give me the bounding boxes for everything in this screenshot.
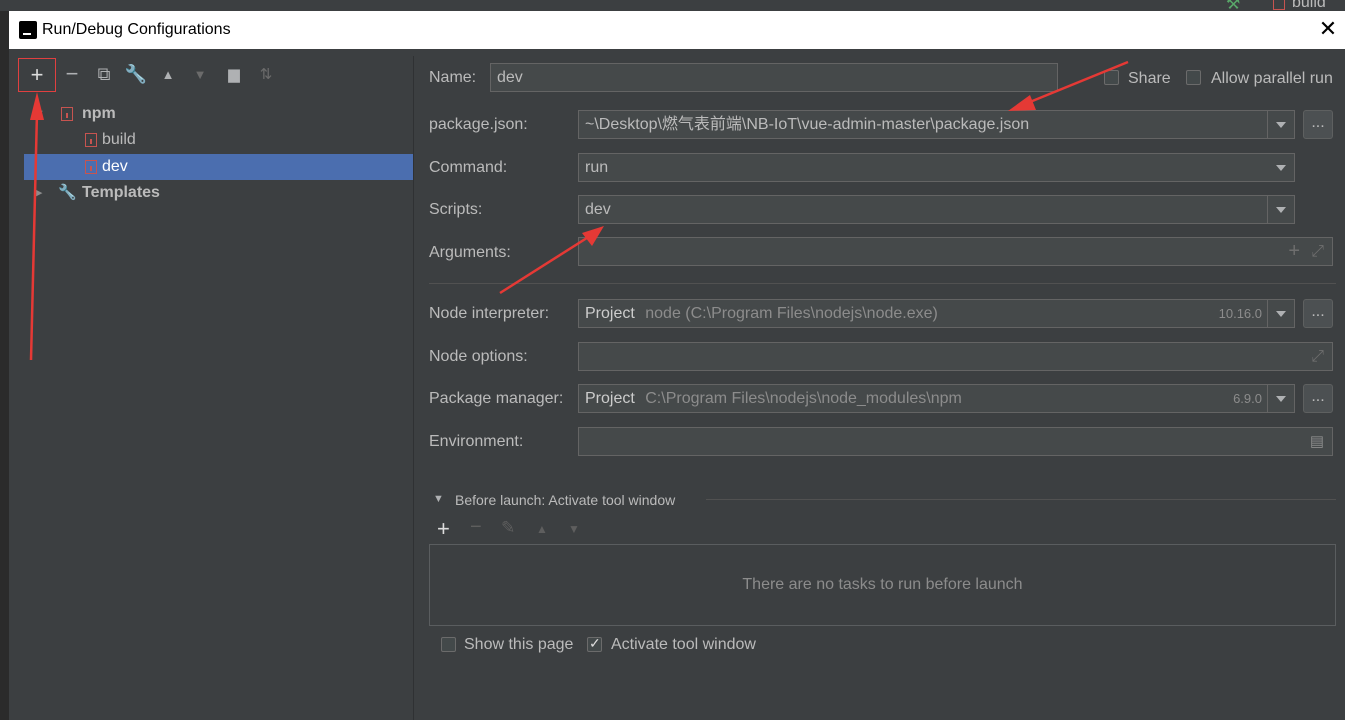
dialog-titlebar: Run/Debug Configurations ✕ [9, 11, 1345, 49]
folder-add-icon: ▆ [228, 66, 240, 83]
tree-group-npm[interactable]: npm [82, 101, 116, 127]
node-options-input[interactable]: ⤢ [578, 342, 1333, 371]
expand-templates-icon[interactable]: ▶ [34, 180, 42, 206]
document-icon[interactable]: ▤ [1310, 428, 1324, 455]
add-configuration-button[interactable]: + [18, 58, 56, 92]
node-interpreter-path: node (C:\Program Files\nodejs\node.exe) [645, 305, 938, 322]
move-task-up-icon[interactable]: ▲ [536, 522, 548, 536]
scripts-combo[interactable]: dev [578, 195, 1295, 224]
before-launch-title[interactable]: Before launch: Activate tool window [455, 492, 675, 508]
node-interpreter-label: Node interpreter: [429, 305, 550, 322]
share-checkbox[interactable] [1104, 70, 1119, 85]
package-json-label: package.json: [429, 116, 528, 133]
expand-icon[interactable]: ⤢ [1311, 343, 1324, 370]
minus-icon: − [65, 61, 79, 86]
add-task-plus-icon[interactable]: + [437, 516, 450, 542]
activate-tool-window-label: Activate tool window [611, 636, 756, 653]
sort-button[interactable]: ⇅ [252, 60, 280, 88]
copy-configuration-button[interactable]: ⧉ [90, 60, 118, 88]
package-manager-path: C:\Program Files\nodejs\node_modules\npm [645, 390, 962, 407]
ide-background-top [0, 0, 1345, 11]
dialog-title: Run/Debug Configurations [42, 21, 231, 38]
expand-npm-icon[interactable]: ▼ [34, 101, 45, 127]
package-json-value: ~\Desktop\燃气表前端\NB-IoT\vue-admin-master\… [585, 116, 1030, 133]
tree-selection-highlight [24, 154, 413, 180]
allow-parallel-checkbox[interactable] [1186, 70, 1201, 85]
wrench-icon: 🔧 [124, 63, 148, 84]
scripts-value: dev [585, 201, 611, 218]
edit-defaults-button[interactable]: 🔧 [122, 60, 150, 88]
name-label: Name: [429, 69, 477, 86]
run-debug-dialog: Run/Debug Configurations ✕ + − ⧉ 🔧 ▲ ▼ ▆… [9, 11, 1345, 720]
sort-icon: ⇅ [259, 66, 273, 83]
expand-icon[interactable]: ⤢ [1311, 238, 1324, 265]
wrench-icon: 🔧 [58, 184, 77, 201]
copy-icon: ⧉ [97, 63, 111, 84]
scripts-label: Scripts: [429, 201, 483, 218]
close-button[interactable]: ✕ [1317, 18, 1339, 41]
npm-config-icon [85, 133, 97, 147]
before-launch-tasks-list[interactable]: There are no tasks to run before launch [429, 544, 1336, 626]
browse-package-json-button[interactable]: ... [1303, 110, 1333, 139]
intellij-app-icon [17, 19, 39, 41]
collapse-before-launch-icon[interactable]: ▼ [433, 493, 444, 505]
npm-group-icon [61, 107, 73, 121]
package-manager-prefix: Project [585, 390, 635, 407]
config-tree-panel: + − ⧉ 🔧 ▲ ▼ ▆ ⇅ ▼ npm build dev ▶ 🔧 Temp… [18, 56, 414, 720]
command-label: Command: [429, 159, 508, 176]
chevron-down-icon[interactable] [1268, 154, 1294, 181]
arrow-up-icon: ▲ [161, 66, 175, 82]
plus-icon: + [30, 62, 44, 87]
chevron-down-icon[interactable] [1267, 111, 1294, 138]
section-divider [429, 283, 1336, 284]
activate-tool-window-checkbox[interactable] [587, 635, 602, 652]
browse-node-interpreter-button[interactable]: ... [1303, 299, 1333, 328]
remove-task-minus-icon[interactable]: − [470, 516, 482, 539]
before-launch-divider [706, 499, 1336, 500]
chevron-down-icon[interactable] [1267, 196, 1294, 223]
name-input[interactable]: dev [490, 63, 1058, 92]
tree-item-dev[interactable]: dev [102, 154, 128, 180]
browse-package-manager-button[interactable]: ... [1303, 384, 1333, 413]
tree-item-templates[interactable]: Templates [82, 180, 160, 206]
move-up-button[interactable]: ▲ [154, 60, 182, 88]
ide-background-left [0, 11, 9, 720]
npm-config-icon [85, 160, 97, 174]
node-interpreter-version: 10.16.0 [1218, 306, 1262, 321]
node-interpreter-combo[interactable]: Project node (C:\Program Files\nodejs\no… [578, 299, 1295, 328]
plus-icon[interactable]: + [1288, 238, 1300, 265]
environment-label: Environment: [429, 433, 524, 450]
npm-config-icon [1273, 0, 1285, 10]
package-manager-label: Package manager: [429, 390, 564, 407]
package-manager-combo[interactable]: Project C:\Program Files\nodejs\node_mod… [578, 384, 1295, 413]
allow-parallel-label: Allow parallel run [1211, 70, 1333, 87]
chevron-down-icon[interactable] [1267, 385, 1294, 412]
remove-configuration-button[interactable]: − [58, 60, 86, 88]
package-json-combo[interactable]: ~\Desktop\燃气表前端\NB-IoT\vue-admin-master\… [578, 110, 1295, 139]
edit-task-pencil-icon[interactable]: ✎ [501, 518, 515, 538]
share-label: Share [1128, 70, 1171, 87]
chevron-down-icon[interactable] [1267, 300, 1294, 327]
tree-item-build[interactable]: build [102, 127, 136, 153]
move-task-down-icon[interactable]: ▼ [568, 522, 580, 536]
move-down-button[interactable]: ▼ [186, 60, 214, 88]
command-combo[interactable]: run [578, 153, 1295, 182]
node-interpreter-prefix: Project [585, 305, 635, 322]
node-options-label: Node options: [429, 348, 528, 365]
command-value: run [585, 159, 609, 176]
show-this-page-label: Show this page [464, 636, 574, 653]
show-this-page-checkbox[interactable] [441, 637, 456, 652]
create-folder-button[interactable]: ▆ [220, 60, 248, 88]
empty-tasks-message: There are no tasks to run before launch [742, 576, 1023, 593]
arrow-down-icon: ▼ [193, 66, 207, 82]
environment-input[interactable]: ▤ [578, 427, 1333, 456]
arguments-input[interactable]: + ⤢ [578, 237, 1333, 266]
arguments-label: Arguments: [429, 244, 511, 261]
package-manager-version: 6.9.0 [1233, 391, 1262, 406]
